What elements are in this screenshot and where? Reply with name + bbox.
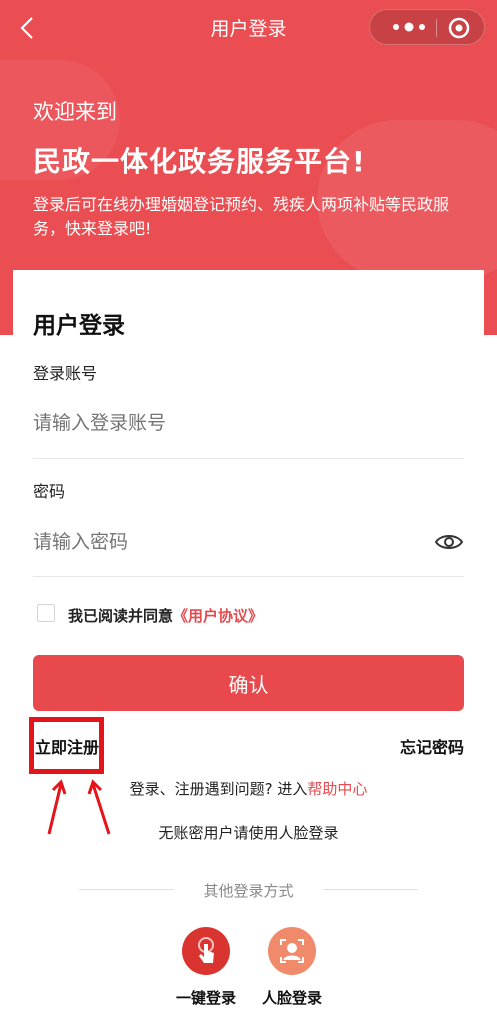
confirm-button[interactable]: 确认 bbox=[33, 655, 464, 711]
one-click-login-label: 一键登录 bbox=[175, 989, 236, 1007]
eye-icon[interactable] bbox=[434, 530, 464, 554]
login-card: 用户登录 登录账号 密码 我已阅读并同意《用户协议》 确认 立即注册 忘记密码 … bbox=[13, 270, 484, 1024]
more-dots-icon[interactable] bbox=[386, 18, 432, 36]
face-login-circle[interactable] bbox=[268, 927, 316, 975]
tap-hand-icon bbox=[198, 937, 214, 963]
agreement-link[interactable]: 《用户协议》 bbox=[173, 607, 263, 625]
one-click-circle[interactable] bbox=[182, 927, 230, 975]
one-click-login-option[interactable]: 一键登录 bbox=[161, 927, 251, 1008]
help-center-link[interactable]: 帮助中心 bbox=[307, 780, 367, 798]
password-label: 密码 bbox=[33, 482, 66, 501]
password-input[interactable] bbox=[33, 531, 423, 553]
divider bbox=[33, 458, 464, 459]
forgot-password-link[interactable]: 忘记密码 bbox=[400, 734, 464, 758]
nav-bar: 用户登录 bbox=[0, 0, 497, 56]
mini-program-capsule bbox=[369, 9, 485, 45]
account-input[interactable] bbox=[33, 412, 464, 434]
account-label: 登录账号 bbox=[33, 364, 98, 383]
platform-name: 民政一体化政务服务平台! bbox=[33, 145, 366, 178]
divider bbox=[323, 889, 418, 890]
agree-checkbox[interactable] bbox=[37, 604, 55, 622]
help-prefix: 登录、注册遇到问题? 进入 bbox=[129, 780, 308, 798]
capsule-divider bbox=[436, 19, 437, 37]
agree-text: 我已阅读并同意《用户协议》 bbox=[68, 605, 263, 626]
login-title: 用户登录 bbox=[33, 313, 125, 339]
other-login-title: 其他登录方式 bbox=[203, 882, 294, 900]
register-link[interactable]: 立即注册 bbox=[35, 734, 99, 758]
face-login-label: 人脸登录 bbox=[261, 989, 322, 1007]
annotation-arrows bbox=[47, 779, 111, 835]
face-scan-icon bbox=[280, 939, 304, 963]
other-login-divider: 其他登录方式 bbox=[79, 880, 418, 900]
target-circle-icon[interactable] bbox=[448, 17, 470, 39]
intro-text: 登录后可在线办理婚姻登记预约、残疾人两项补贴等民政服务，快来登录吧! bbox=[33, 195, 450, 238]
divider bbox=[33, 576, 464, 577]
agree-label: 我已阅读并同意 bbox=[68, 607, 174, 625]
face-login-option[interactable]: 人脸登录 bbox=[247, 927, 337, 1008]
welcome-text: 欢迎来到 bbox=[33, 100, 117, 124]
